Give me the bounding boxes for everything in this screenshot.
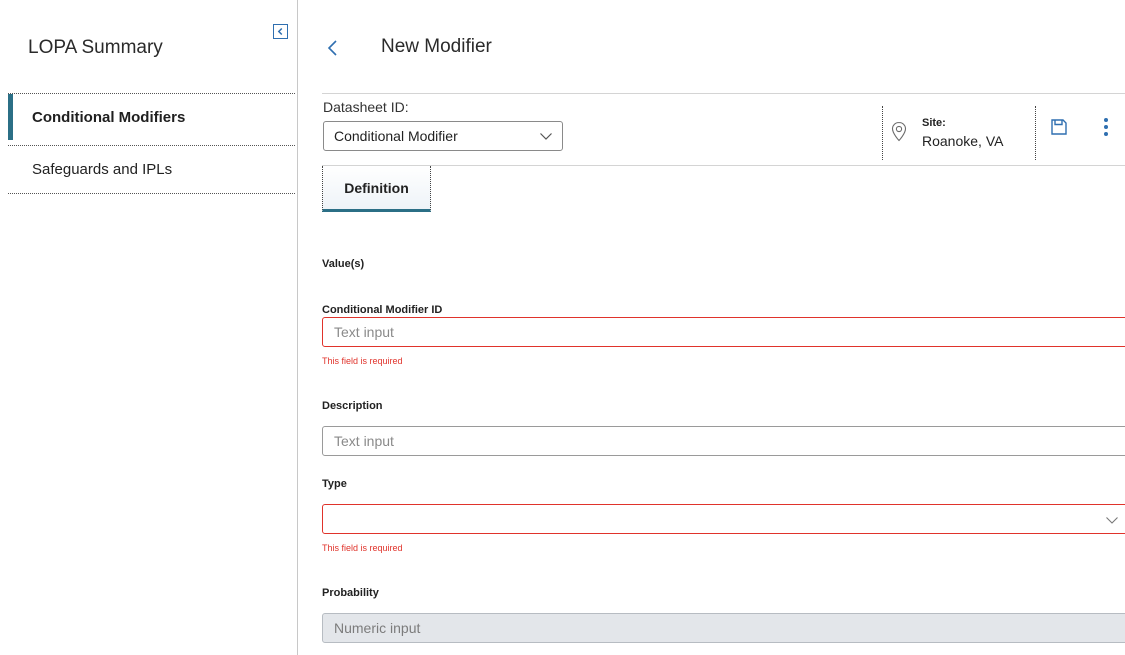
toolbar-divider	[322, 165, 1125, 166]
conditional-modifier-id-placeholder: Text input	[334, 324, 394, 340]
toolbar-separator	[882, 106, 883, 160]
save-button[interactable]	[1050, 118, 1068, 141]
chevron-down-icon	[1106, 517, 1118, 524]
more-vertical-icon	[1104, 118, 1108, 136]
toolbar-separator	[1035, 106, 1036, 160]
conditional-modifier-id-label: Conditional Modifier ID	[322, 304, 443, 316]
chevron-down-icon	[540, 133, 552, 140]
tab-definition[interactable]: Definition	[322, 166, 431, 212]
datasheet-id-value: Conditional Modifier	[334, 128, 458, 144]
type-error: This field is required	[322, 543, 403, 553]
probability-placeholder: Numeric input	[334, 620, 421, 636]
chevron-left-icon	[277, 27, 283, 36]
panel-separator	[297, 0, 298, 655]
sidebar-item-label: Conditional Modifiers	[32, 108, 186, 126]
collapse-panel-button[interactable]	[273, 24, 288, 39]
left-panel: LOPA Summary Conditional Modifiers Safeg…	[0, 0, 297, 655]
datasheet-id-label: Datasheet ID:	[323, 99, 409, 115]
save-icon	[1051, 119, 1067, 135]
tab-label: Definition	[344, 179, 409, 196]
site-value: Roanoke, VA	[922, 133, 1004, 149]
datasheet-id-select[interactable]: Conditional Modifier	[323, 121, 563, 151]
description-input[interactable]: Text input	[322, 426, 1125, 456]
sidebar-item-safeguards-and-ipls[interactable]: Safeguards and IPLs	[8, 146, 295, 192]
conditional-modifier-id-error: This field is required	[322, 356, 403, 366]
values-section-label: Value(s)	[322, 258, 365, 270]
back-button[interactable]	[325, 37, 341, 59]
location-pin-icon	[891, 121, 907, 142]
sidebar-title: LOPA Summary	[28, 37, 163, 58]
type-label: Type	[322, 478, 347, 490]
more-options-button[interactable]	[1102, 117, 1110, 142]
chevron-left-icon	[327, 40, 337, 56]
nav-divider	[8, 193, 295, 194]
probability-label: Probability	[322, 587, 379, 599]
site-label: Site:	[922, 117, 946, 129]
sidebar-item-conditional-modifiers[interactable]: Conditional Modifiers	[8, 94, 295, 140]
probability-input[interactable]: Numeric input	[322, 613, 1125, 643]
page-title: New Modifier	[381, 36, 492, 57]
type-select[interactable]	[322, 504, 1125, 534]
header-divider	[322, 93, 1125, 94]
conditional-modifier-id-input[interactable]: Text input	[322, 317, 1125, 347]
description-placeholder: Text input	[334, 433, 394, 449]
sidebar-item-label: Safeguards and IPLs	[32, 160, 173, 178]
description-label: Description	[322, 400, 383, 412]
